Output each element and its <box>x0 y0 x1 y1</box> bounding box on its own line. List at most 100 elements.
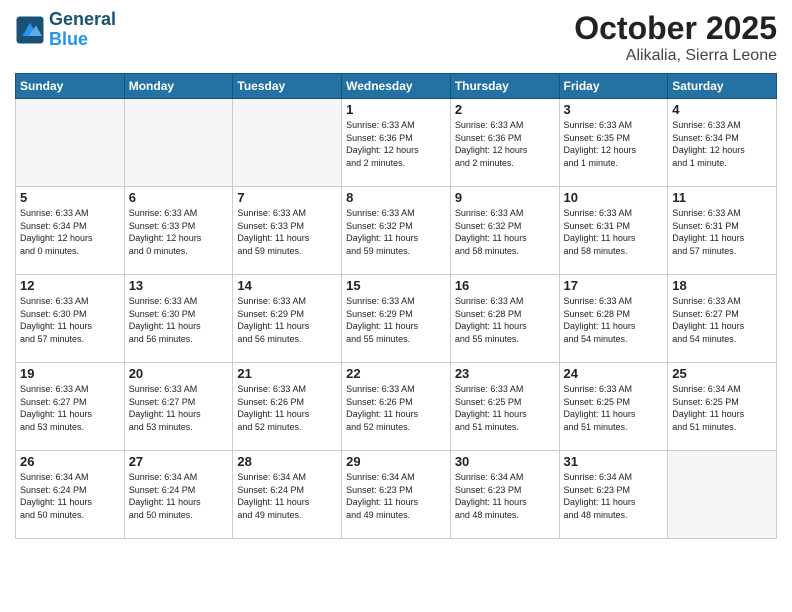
day-info: Sunrise: 6:34 AM Sunset: 6:25 PM Dayligh… <box>672 383 772 433</box>
day-number: 1 <box>346 102 446 117</box>
calendar-cell: 9 Sunrise: 6:33 AM Sunset: 6:32 PM Daylig… <box>450 187 559 275</box>
calendar-cell: 31Sunrise: 6:34 AM Sunset: 6:23 PM Dayli… <box>559 451 668 539</box>
calendar-cell: 11 Sunrise: 6:33 AM Sunset: 6:31 PM Dayli… <box>668 187 777 275</box>
day-info: Sunrise: 6:33 AM Sunset: 6:26 PM Dayligh… <box>346 383 446 433</box>
calendar-cell: 24Sunrise: 6:33 AM Sunset: 6:25 PM Dayli… <box>559 363 668 451</box>
day-number: 4 <box>672 102 772 117</box>
day-info: Sunrise: 6:34 AM Sunset: 6:23 PM Dayligh… <box>564 471 664 521</box>
day-info: Sunrise: 6:33 AM Sunset: 6:28 PM Dayligh… <box>564 295 664 345</box>
calendar-cell: 25Sunrise: 6:34 AM Sunset: 6:25 PM Dayli… <box>668 363 777 451</box>
calendar-cell: 3 Sunrise: 6:33 AM Sunset: 6:35 PM Daylig… <box>559 99 668 187</box>
day-info: Sunrise: 6:33 AM Sunset: 6:36 PM Dayligh… <box>455 119 555 169</box>
calendar-cell: 7Sunrise: 6:33 AM Sunset: 6:33 PM Daylig… <box>233 187 342 275</box>
weekday-header: Tuesday <box>233 74 342 99</box>
day-info: Sunrise: 6:33 AM Sunset: 6:25 PM Dayligh… <box>564 383 664 433</box>
calendar-cell: 26Sunrise: 6:34 AM Sunset: 6:24 PM Dayli… <box>16 451 125 539</box>
day-info: Sunrise: 6:34 AM Sunset: 6:24 PM Dayligh… <box>237 471 337 521</box>
day-number: 13 <box>129 278 229 293</box>
logo: General Blue <box>15 10 116 50</box>
calendar-week-row: 5 Sunrise: 6:33 AM Sunset: 6:34 PM Daylig… <box>16 187 777 275</box>
weekday-header-row: SundayMondayTuesdayWednesdayThursdayFrid… <box>16 74 777 99</box>
calendar-cell: 19 Sunrise: 6:33 AM Sunset: 6:27 PM Dayli… <box>16 363 125 451</box>
calendar-week-row: 19 Sunrise: 6:33 AM Sunset: 6:27 PM Dayli… <box>16 363 777 451</box>
calendar-cell: 30Sunrise: 6:34 AM Sunset: 6:23 PM Dayli… <box>450 451 559 539</box>
day-number: 29 <box>346 454 446 469</box>
calendar-cell <box>124 99 233 187</box>
page-header: General Blue October 2025 Alikalia, Sier… <box>15 10 777 65</box>
day-number: 19 <box>20 366 120 381</box>
day-number: 23 <box>455 366 555 381</box>
calendar-week-row: 1 Sunrise: 6:33 AM Sunset: 6:36 PM Daylig… <box>16 99 777 187</box>
weekday-header: Thursday <box>450 74 559 99</box>
calendar-cell: 28 Sunrise: 6:34 AM Sunset: 6:24 PM Dayli… <box>233 451 342 539</box>
day-info: Sunrise: 6:33 AM Sunset: 6:28 PM Dayligh… <box>455 295 555 345</box>
calendar-cell: 4 Sunrise: 6:33 AM Sunset: 6:34 PM Daylig… <box>668 99 777 187</box>
logo-text: General Blue <box>49 10 116 50</box>
month-title: October 2025 <box>574 10 777 47</box>
day-info: Sunrise: 6:33 AM Sunset: 6:36 PM Dayligh… <box>346 119 446 169</box>
calendar-cell <box>668 451 777 539</box>
calendar-cell: 27 Sunrise: 6:34 AM Sunset: 6:24 PM Dayli… <box>124 451 233 539</box>
day-number: 6 <box>129 190 229 205</box>
calendar-cell: 1 Sunrise: 6:33 AM Sunset: 6:36 PM Daylig… <box>342 99 451 187</box>
day-number: 27 <box>129 454 229 469</box>
day-info: Sunrise: 6:33 AM Sunset: 6:30 PM Dayligh… <box>20 295 120 345</box>
day-number: 14 <box>237 278 337 293</box>
day-info: Sunrise: 6:33 AM Sunset: 6:32 PM Dayligh… <box>346 207 446 257</box>
day-info: Sunrise: 6:33 AM Sunset: 6:35 PM Dayligh… <box>564 119 664 169</box>
day-info: Sunrise: 6:34 AM Sunset: 6:24 PM Dayligh… <box>129 471 229 521</box>
calendar-cell: 20 Sunrise: 6:33 AM Sunset: 6:27 PM Dayli… <box>124 363 233 451</box>
day-info: Sunrise: 6:33 AM Sunset: 6:34 PM Dayligh… <box>20 207 120 257</box>
day-info: Sunrise: 6:33 AM Sunset: 6:25 PM Dayligh… <box>455 383 555 433</box>
day-number: 8 <box>346 190 446 205</box>
calendar-cell: 18 Sunrise: 6:33 AM Sunset: 6:27 PM Dayli… <box>668 275 777 363</box>
day-number: 18 <box>672 278 772 293</box>
day-info: Sunrise: 6:33 AM Sunset: 6:29 PM Dayligh… <box>346 295 446 345</box>
day-number: 22 <box>346 366 446 381</box>
weekday-header: Monday <box>124 74 233 99</box>
calendar-cell: 2 Sunrise: 6:33 AM Sunset: 6:36 PM Daylig… <box>450 99 559 187</box>
day-number: 3 <box>564 102 664 117</box>
day-number: 11 <box>672 190 772 205</box>
day-number: 15 <box>346 278 446 293</box>
day-number: 5 <box>20 190 120 205</box>
day-number: 30 <box>455 454 555 469</box>
day-info: Sunrise: 6:33 AM Sunset: 6:30 PM Dayligh… <box>129 295 229 345</box>
calendar-cell: 5 Sunrise: 6:33 AM Sunset: 6:34 PM Daylig… <box>16 187 125 275</box>
day-info: Sunrise: 6:33 AM Sunset: 6:32 PM Dayligh… <box>455 207 555 257</box>
calendar-cell <box>16 99 125 187</box>
calendar-cell: 29 Sunrise: 6:34 AM Sunset: 6:23 PM Dayli… <box>342 451 451 539</box>
weekday-header: Sunday <box>16 74 125 99</box>
calendar-cell: 10 Sunrise: 6:33 AM Sunset: 6:31 PM Dayli… <box>559 187 668 275</box>
day-number: 9 <box>455 190 555 205</box>
calendar-cell: 12 Sunrise: 6:33 AM Sunset: 6:30 PM Dayli… <box>16 275 125 363</box>
day-info: Sunrise: 6:33 AM Sunset: 6:33 PM Dayligh… <box>237 207 337 257</box>
calendar-cell: 16 Sunrise: 6:33 AM Sunset: 6:28 PM Dayli… <box>450 275 559 363</box>
calendar-cell: 13 Sunrise: 6:33 AM Sunset: 6:30 PM Dayli… <box>124 275 233 363</box>
day-info: Sunrise: 6:33 AM Sunset: 6:31 PM Dayligh… <box>672 207 772 257</box>
day-info: Sunrise: 6:33 AM Sunset: 6:34 PM Dayligh… <box>672 119 772 169</box>
day-info: Sunrise: 6:33 AM Sunset: 6:27 PM Dayligh… <box>129 383 229 433</box>
calendar-cell <box>233 99 342 187</box>
day-number: 10 <box>564 190 664 205</box>
day-info: Sunrise: 6:33 AM Sunset: 6:33 PM Dayligh… <box>129 207 229 257</box>
calendar-cell: 15 Sunrise: 6:33 AM Sunset: 6:29 PM Dayli… <box>342 275 451 363</box>
day-number: 20 <box>129 366 229 381</box>
day-number: 16 <box>455 278 555 293</box>
day-info: Sunrise: 6:33 AM Sunset: 6:29 PM Dayligh… <box>237 295 337 345</box>
day-info: Sunrise: 6:33 AM Sunset: 6:27 PM Dayligh… <box>20 383 120 433</box>
day-number: 12 <box>20 278 120 293</box>
calendar-cell: 6 Sunrise: 6:33 AM Sunset: 6:33 PM Daylig… <box>124 187 233 275</box>
calendar-cell: 21Sunrise: 6:33 AM Sunset: 6:26 PM Dayli… <box>233 363 342 451</box>
day-info: Sunrise: 6:34 AM Sunset: 6:24 PM Dayligh… <box>20 471 120 521</box>
logo-icon <box>15 15 45 45</box>
day-number: 2 <box>455 102 555 117</box>
calendar-week-row: 26Sunrise: 6:34 AM Sunset: 6:24 PM Dayli… <box>16 451 777 539</box>
day-number: 17 <box>564 278 664 293</box>
day-info: Sunrise: 6:34 AM Sunset: 6:23 PM Dayligh… <box>346 471 446 521</box>
calendar-table: SundayMondayTuesdayWednesdayThursdayFrid… <box>15 73 777 539</box>
title-block: October 2025 Alikalia, Sierra Leone <box>574 10 777 65</box>
day-info: Sunrise: 6:33 AM Sunset: 6:31 PM Dayligh… <box>564 207 664 257</box>
day-number: 28 <box>237 454 337 469</box>
day-info: Sunrise: 6:33 AM Sunset: 6:27 PM Dayligh… <box>672 295 772 345</box>
